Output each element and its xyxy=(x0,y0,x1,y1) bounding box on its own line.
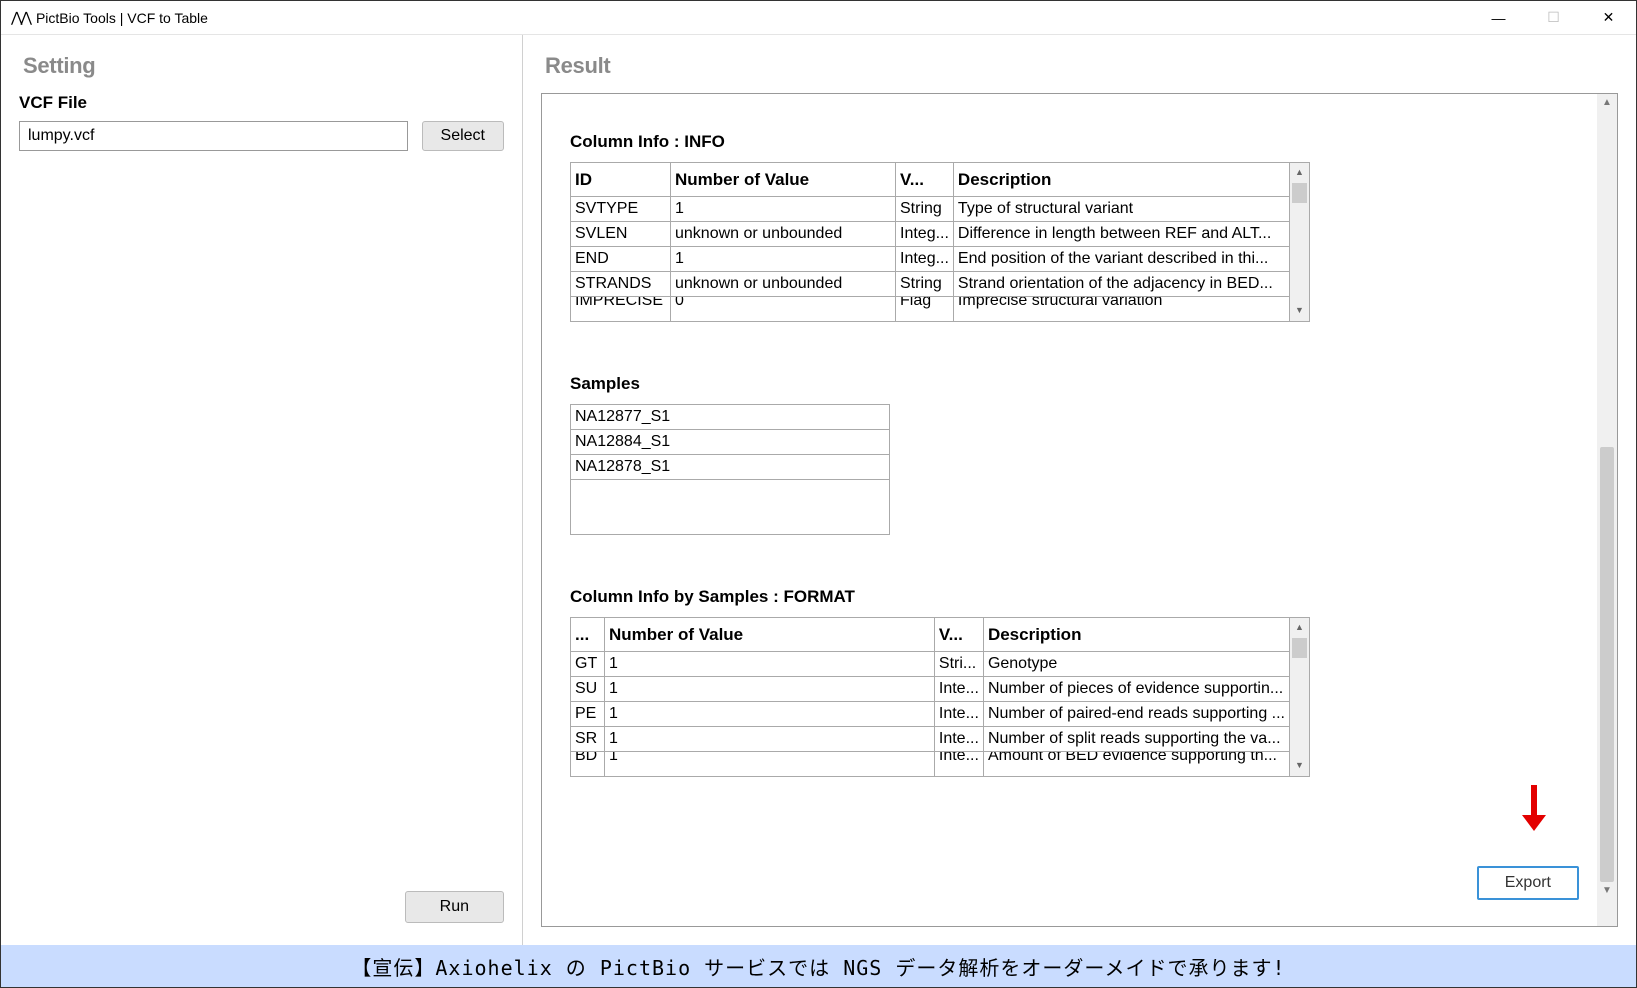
col-desc[interactable]: Description xyxy=(983,618,1289,652)
col-vtype[interactable]: V... xyxy=(934,618,983,652)
col-id[interactable]: ID xyxy=(571,163,671,197)
table-row[interactable]: GT1Stri...Genotype xyxy=(571,652,1290,677)
run-button[interactable]: Run xyxy=(405,891,504,923)
scroll-thumb[interactable] xyxy=(1292,183,1307,203)
setting-heading: Setting xyxy=(1,35,522,93)
col-desc[interactable]: Description xyxy=(953,163,1289,197)
result-panel: Result Column Info : INFO ID Number of V… xyxy=(523,35,1636,945)
close-button[interactable]: ✕ xyxy=(1581,1,1636,34)
table-row[interactable]: SR1Inte...Number of split reads supporti… xyxy=(571,727,1290,752)
titlebar: ⋀⋀ PictBio Tools | VCF to Table — ☐ ✕ xyxy=(1,1,1636,35)
window-controls: — ☐ ✕ xyxy=(1471,1,1636,34)
maximize-button[interactable]: ☐ xyxy=(1526,1,1581,34)
table-row[interactable]: IMPRECISE0FlagImprecise structural varia… xyxy=(571,297,1290,322)
footer-banner: 【宣伝】Axiohelix の PictBio サービスでは NGS データ解析… xyxy=(1,945,1636,987)
column-info-title: Column Info : INFO xyxy=(570,132,1589,152)
result-heading: Result xyxy=(523,35,1636,93)
table-row[interactable]: SVTYPE1StringType of structural variant xyxy=(571,197,1290,222)
col-number[interactable]: Number of Value xyxy=(671,163,896,197)
scroll-down-icon[interactable]: ▼ xyxy=(1290,301,1309,321)
column-info-grid: ID Number of Value V... Description SVTY… xyxy=(570,162,1310,322)
format-info-grid: ... Number of Value V... Description GT1… xyxy=(570,617,1310,777)
table-row[interactable]: END1Integ...End position of the variant … xyxy=(571,247,1290,272)
file-row: Select xyxy=(19,121,504,151)
scroll-thumb[interactable] xyxy=(1600,447,1614,883)
arrow-down-icon xyxy=(1519,783,1549,844)
footer-text: 【宣伝】Axiohelix の PictBio サービスでは NGS データ解析… xyxy=(351,952,1285,981)
list-empty-area xyxy=(571,480,889,534)
col-id[interactable]: ... xyxy=(571,618,605,652)
list-item[interactable]: NA12878_S1 xyxy=(571,455,889,480)
scroll-up-icon[interactable]: ▲ xyxy=(1290,618,1309,638)
minimize-button[interactable]: — xyxy=(1471,1,1526,34)
list-item[interactable]: NA12884_S1 xyxy=(571,430,889,455)
table-row[interactable]: SU1Inte...Number of pieces of evidence s… xyxy=(571,677,1290,702)
window-title: PictBio Tools | VCF to Table xyxy=(36,10,208,26)
grid-scrollbar[interactable]: ▲ ▼ xyxy=(1290,617,1310,777)
result-scrollbar[interactable]: ▲ ▼ xyxy=(1597,94,1617,926)
vcf-file-input[interactable] xyxy=(19,121,408,151)
list-item[interactable]: NA12877_S1 xyxy=(571,405,889,430)
vcf-file-label: VCF File xyxy=(19,93,504,113)
scroll-down-icon[interactable]: ▼ xyxy=(1290,756,1309,776)
samples-title: Samples xyxy=(570,374,1589,394)
grid-header-row: ID Number of Value V... Description xyxy=(571,163,1290,197)
app-window: ⋀⋀ PictBio Tools | VCF to Table — ☐ ✕ Se… xyxy=(0,0,1637,988)
result-box: Column Info : INFO ID Number of Value V.… xyxy=(541,93,1618,927)
scroll-down-icon[interactable]: ▼ xyxy=(1597,882,1617,902)
table-row[interactable]: STRANDSunknown or unboundedStringStrand … xyxy=(571,272,1290,297)
export-button[interactable]: Export xyxy=(1477,866,1579,900)
table-row[interactable]: BD1Inte...Amount of BED evidence support… xyxy=(571,752,1290,777)
setting-panel: Setting VCF File Select Run xyxy=(1,35,523,945)
select-button[interactable]: Select xyxy=(422,121,504,151)
scroll-thumb[interactable] xyxy=(1292,638,1307,658)
grid-scrollbar[interactable]: ▲ ▼ xyxy=(1290,162,1310,322)
col-vtype[interactable]: V... xyxy=(896,163,954,197)
scroll-up-icon[interactable]: ▲ xyxy=(1290,163,1309,183)
format-info-title: Column Info by Samples : FORMAT xyxy=(570,587,1589,607)
table-row[interactable]: SVLENunknown or unboundedInteg...Differe… xyxy=(571,222,1290,247)
table-row[interactable]: PE1Inte...Number of paired-end reads sup… xyxy=(571,702,1290,727)
main-area: Setting VCF File Select Run Result Colum… xyxy=(1,35,1636,945)
grid-header-row: ... Number of Value V... Description xyxy=(571,618,1290,652)
app-icon: ⋀⋀ xyxy=(11,9,30,26)
col-number[interactable]: Number of Value xyxy=(604,618,934,652)
scroll-up-icon[interactable]: ▲ xyxy=(1597,94,1617,114)
samples-list: NA12877_S1 NA12884_S1 NA12878_S1 xyxy=(570,404,890,535)
